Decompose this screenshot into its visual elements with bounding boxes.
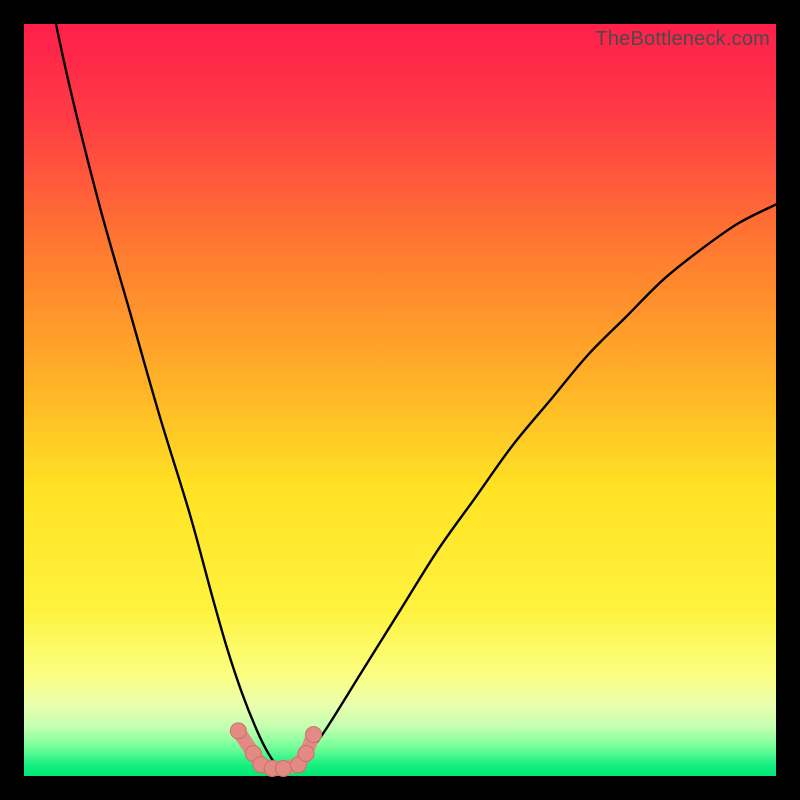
curve-marker-dot <box>275 760 291 776</box>
curve-marker-dot <box>306 727 322 743</box>
bottleneck-curve <box>24 24 776 776</box>
watermark-text: TheBottleneck.com <box>595 28 770 51</box>
curve-marker-dot <box>230 723 246 739</box>
curve-marker-dot <box>298 745 314 761</box>
chart-frame: TheBottleneck.com <box>24 24 776 776</box>
